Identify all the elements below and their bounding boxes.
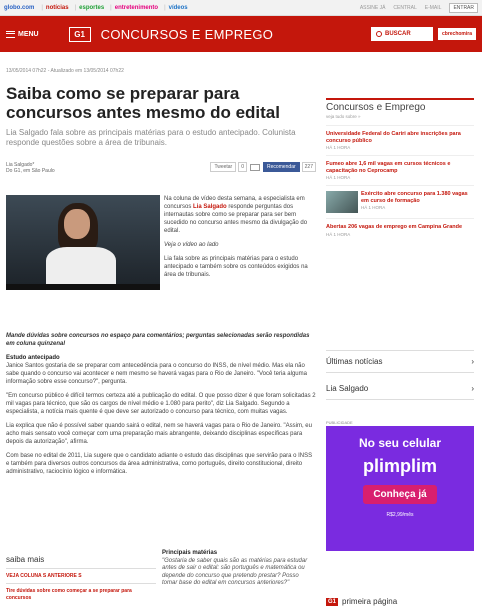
separator: | xyxy=(110,4,112,11)
author-row: Lia Salgado* Do G1, em São Paulo Tweetar… xyxy=(6,162,316,174)
globo-bar-right: ASSINE JÁ CENTRAL E-MAIL ENTRAR xyxy=(360,2,478,13)
ad-line-1: No seu celular xyxy=(358,436,442,450)
ultimas-label: Últimas notícias xyxy=(326,357,383,366)
news-item[interactable]: Abertas 206 vagas de emprego em Campina … xyxy=(326,218,474,242)
byline: Lia Salgado* Do G1, em São Paulo xyxy=(6,162,126,174)
news-item[interactable]: Fumeo abre 1,6 mil vagas em cursos técni… xyxy=(326,155,474,185)
plimplim-ad[interactable]: No seu celular plimplim Conheça já R$2,9… xyxy=(326,426,474,551)
lia-label: Lia Salgado xyxy=(326,384,369,393)
saiba-mais-title: saiba mais xyxy=(6,555,156,569)
globo-logo[interactable]: globo.com xyxy=(4,5,34,11)
paragraph: Com base no edital de 2011, Lia sugere q… xyxy=(6,453,313,475)
ad-brand: plimplim xyxy=(362,456,437,476)
intro-text: Na coluna de vídeo desta semana, a espec… xyxy=(164,195,314,285)
separator: | xyxy=(41,4,43,11)
tweet-count: 0 xyxy=(238,162,248,172)
chevron-right-icon: › xyxy=(471,384,474,393)
news-title[interactable]: Abertas 206 vagas de emprego em Campina … xyxy=(326,224,462,231)
paragraph: "Em concurso público é difícil termos ce… xyxy=(6,393,316,415)
central-link[interactable]: CENTRAL xyxy=(393,5,416,11)
principais-text: "Gostaria de saber quais são as matérias… xyxy=(162,557,308,587)
news-time: HÁ 1 HORA xyxy=(326,175,351,180)
video-controls[interactable] xyxy=(6,284,160,290)
primeira-pagina-label: primeira página xyxy=(342,597,398,606)
news-title[interactable]: Fumeo abre 1,6 mil vagas em cursos técni… xyxy=(326,161,474,174)
news-title[interactable]: Universidade Federal do Cariri abre insc… xyxy=(326,131,474,144)
globo-bar: globo.com | notícias | esportes | entret… xyxy=(0,0,482,16)
sidebar: Concursos e Emprego veja tudo sobre » Un… xyxy=(326,98,474,242)
lia-salgado-box[interactable]: Lia Salgado › xyxy=(326,378,474,400)
paragraph: Lia explica que não é possível saber qua… xyxy=(6,423,312,445)
g1-primeira-pagina[interactable]: G1 primeira página xyxy=(326,597,397,606)
chevron-right-icon: › xyxy=(471,357,474,366)
author-link[interactable]: Lia Salgado xyxy=(193,204,227,210)
related-link[interactable]: Tire dúvidas sobre como começar a se pre… xyxy=(6,588,156,602)
veja-tudo-link[interactable]: veja tudo sobre » xyxy=(326,114,474,119)
paragraph: Janice Santos gostaria de se preparar co… xyxy=(6,363,307,385)
principais-title: Principais matérias xyxy=(162,550,218,556)
author-origin: Do G1, em São Paulo xyxy=(6,168,55,174)
publicidade-label: PUBLICIDADE xyxy=(326,420,353,425)
recommend-count: 227 xyxy=(301,162,316,172)
link-noticias[interactable]: notícias xyxy=(46,5,69,11)
news-list: Universidade Federal do Cariri abre insc… xyxy=(326,125,474,242)
link-videos[interactable]: vídeos xyxy=(169,5,188,11)
separator: | xyxy=(164,4,166,11)
assine-link[interactable]: ASSINE JÁ xyxy=(360,5,386,11)
share-bar: Tweetar 0 Recomendar 227 xyxy=(207,162,316,172)
tweet-button[interactable]: Tweetar xyxy=(210,162,237,172)
ad-cta-button[interactable]: Conheça já xyxy=(363,485,437,504)
search-label: BUSCAR xyxy=(384,31,411,37)
video-note: Veja o vídeo ao lado xyxy=(164,242,219,248)
section-title[interactable]: CONCURSOS E EMPREGO xyxy=(101,27,274,42)
link-esportes[interactable]: esportes xyxy=(79,5,104,11)
link-entretenimento[interactable]: entretenimento xyxy=(115,5,158,11)
video-player[interactable] xyxy=(6,195,160,290)
ultimas-noticias[interactable]: Últimas notícias › xyxy=(326,350,474,373)
entrar-button[interactable]: ENTRAR xyxy=(449,2,478,13)
intro-paragraph-2: Lia fala sobre as principais matérias pa… xyxy=(164,256,308,278)
news-item[interactable]: Universidade Federal do Cariri abre insc… xyxy=(326,125,474,155)
email-icon[interactable] xyxy=(250,163,261,171)
ad-price: R$2,99/mês xyxy=(386,512,414,518)
sidebar-title[interactable]: Concursos e Emprego xyxy=(326,98,474,113)
header-ad[interactable]: cbrechomira xyxy=(437,28,476,40)
article-subtitle: Lia Salgado fala sobre as principais mat… xyxy=(6,128,296,147)
hamburger-icon xyxy=(6,30,15,38)
article: 13/05/2014 07h22 - Atualizado em 13/05/2… xyxy=(6,68,316,475)
news-time: HÁ 1 HORA xyxy=(326,145,351,150)
g1-logo[interactable]: G1 xyxy=(68,26,91,42)
article-body: Mande dúvidas sobre concursos no espaço … xyxy=(6,332,316,482)
article-date: 13/05/2014 07h22 - Atualizado em 13/05/2… xyxy=(6,68,124,74)
video-face xyxy=(64,209,90,239)
search-icon xyxy=(375,31,382,37)
saiba-mais: saiba mais VEJA COLUNA S ANTERIORE S Tir… xyxy=(6,555,156,602)
subheading: Estudo antecipado xyxy=(6,355,60,361)
article-title: Saiba como se preparar para concursos an… xyxy=(6,84,280,122)
principais-materias: Principais matérias "Gostaria de saber q… xyxy=(162,550,312,588)
news-time: HÁ 1 HORA xyxy=(326,231,351,237)
news-title[interactable]: Exército abre concurso para 1.380 vagas … xyxy=(361,191,474,204)
menu-button[interactable]: MENU xyxy=(6,30,39,38)
g1-badge: G1 xyxy=(326,597,339,606)
recommend-button[interactable]: Recomendar xyxy=(263,162,300,172)
intro-paragraph: Na coluna de vídeo desta semana, a espec… xyxy=(164,195,314,235)
menu-label: MENU xyxy=(18,30,39,38)
header: MENU G1 CONCURSOS E EMPREGO BUSCAR cbrec… xyxy=(0,16,482,52)
news-time: HÁ 1 HORA xyxy=(361,205,386,210)
separator: | xyxy=(74,4,77,11)
search-button[interactable]: BUSCAR xyxy=(370,27,433,41)
lead-paragraph: Mande dúvidas sobre concursos no espaço … xyxy=(6,333,310,347)
previous-columns-link[interactable]: VEJA COLUNA S ANTERIORE S xyxy=(6,573,156,584)
news-item[interactable]: Exército abre concurso para 1.380 vagas … xyxy=(326,185,474,218)
news-thumbnail[interactable] xyxy=(326,191,358,213)
email-link[interactable]: E-MAIL xyxy=(425,5,442,11)
